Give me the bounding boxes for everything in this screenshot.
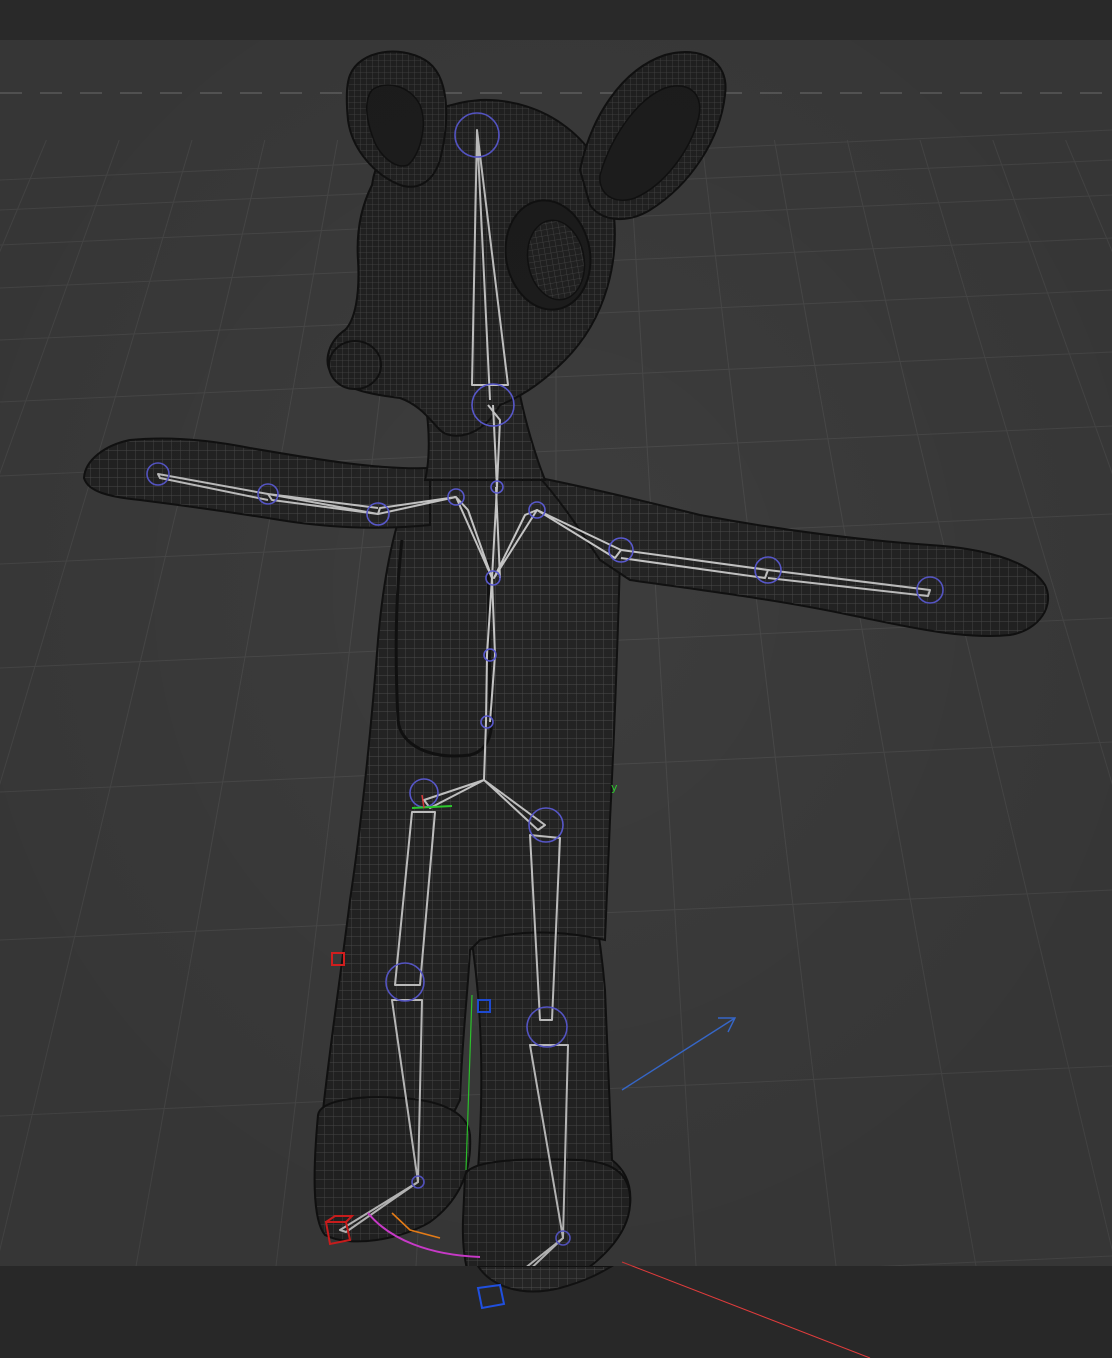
grid-line	[0, 139, 266, 1252]
grid-line	[0, 139, 47, 253]
grid-line	[0, 139, 193, 786]
grid-line	[992, 139, 1112, 475]
grid-line	[135, 139, 339, 1266]
grid-line	[701, 139, 837, 1266]
left-boot-mesh[interactable]	[313, 1096, 472, 1243]
viewport-canvas[interactable]: y	[0, 40, 1112, 1266]
snout	[328, 340, 382, 390]
3d-viewport[interactable]: y	[0, 40, 1112, 1266]
top-toolbar	[0, 0, 1112, 41]
bottom-timeline-bar	[0, 1266, 1112, 1358]
grid-line	[0, 139, 120, 475]
app-window: y	[0, 0, 1112, 1358]
grid-line	[846, 139, 1112, 1252]
grid-line	[1065, 139, 1112, 253]
axis-label-y: y	[611, 781, 618, 794]
grid-line	[919, 139, 1112, 786]
grid-line	[773, 139, 977, 1266]
